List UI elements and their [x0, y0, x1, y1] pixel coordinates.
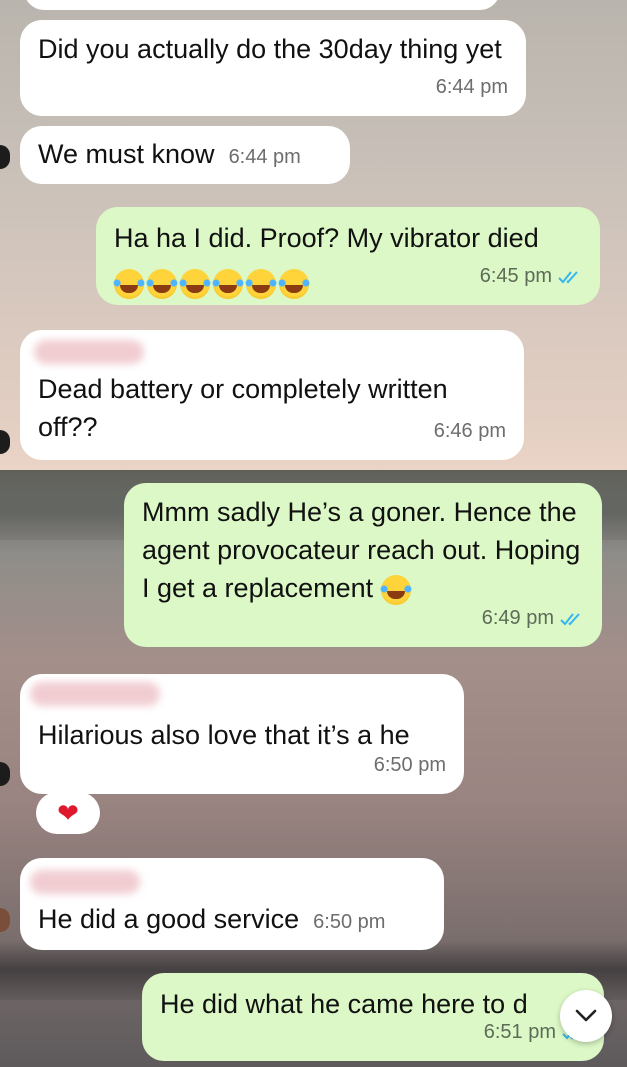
- sender-avatar-edge: [0, 762, 10, 786]
- message-time-with-status: 6:45 pm: [480, 257, 582, 295]
- message-bubble-partial: [24, 0, 500, 10]
- message-time-with-status: 6:49 pm: [482, 599, 584, 637]
- message-bubble-outgoing[interactable]: Mmm sadly He’s a goner. Hence the agent …: [124, 483, 602, 647]
- tears-of-joy-emoji-icon: [112, 268, 146, 299]
- sender-name-redacted: [30, 870, 140, 894]
- message-time: 6:49 pm: [481, 607, 554, 629]
- message-bubble-incoming[interactable]: He did a good service 6:50 pm: [20, 858, 444, 950]
- message-bubble-outgoing[interactable]: Ha ha I did. Proof? My vibrator died 6:4…: [96, 207, 600, 305]
- tears-of-joy-emoji-icon: [145, 268, 179, 299]
- chevron-down-icon: [575, 1009, 597, 1022]
- message-bubble-incoming[interactable]: Hilarious also love that it’s a he 6:50 …: [20, 674, 464, 794]
- message-text: He did a good service: [38, 904, 300, 934]
- sender-name-redacted: [30, 682, 160, 706]
- sender-avatar-edge: [0, 908, 10, 932]
- message-time: 6:44 pm: [228, 146, 301, 168]
- message-time: 6:44 pm: [435, 76, 508, 98]
- message-text: Mmm sadly He’s a goner. Hence the agent …: [142, 493, 584, 607]
- message-time: 6:45 pm: [479, 265, 552, 287]
- sender-avatar-edge: [0, 430, 10, 454]
- sender-avatar-edge: [0, 145, 10, 169]
- double-check-icon: [560, 613, 580, 626]
- message-bubble-incoming[interactable]: Did you actually do the 30day thing yet …: [20, 20, 526, 116]
- tears-of-joy-emoji-icon: [178, 268, 212, 299]
- message-text: We must know: [38, 139, 215, 169]
- double-check-icon: [558, 271, 578, 284]
- message-text-content: Mmm sadly He’s a goner. Hence the agent …: [142, 497, 581, 603]
- message-time: 6:46 pm: [433, 420, 506, 442]
- tears-of-joy-emoji-icon: [211, 268, 245, 299]
- red-heart-icon: ❤: [57, 798, 79, 828]
- tears-of-joy-emoji-icon: [277, 268, 311, 299]
- tears-of-joy-emoji-icon: [378, 574, 413, 605]
- tears-of-joy-emoji-icon: [244, 268, 278, 299]
- sender-name-redacted: [34, 340, 144, 364]
- message-text: Did you actually do the 30day thing yet: [38, 34, 502, 64]
- message-bubble-incoming[interactable]: We must know 6:44 pm: [20, 126, 350, 184]
- message-time: 6:50 pm: [313, 911, 386, 933]
- message-bubble-outgoing[interactable]: He did what he came here to d 6:51 pm: [142, 973, 604, 1061]
- message-text: Ha ha I did. Proof? My vibrator died: [114, 223, 539, 253]
- message-time: 6:50 pm: [373, 754, 446, 776]
- reaction-badge[interactable]: ❤: [36, 792, 100, 834]
- scroll-to-bottom-button[interactable]: [560, 990, 612, 1042]
- message-time: 6:51 pm: [483, 1021, 556, 1043]
- message-bubble-incoming[interactable]: Dead battery or completely written off??…: [20, 330, 524, 460]
